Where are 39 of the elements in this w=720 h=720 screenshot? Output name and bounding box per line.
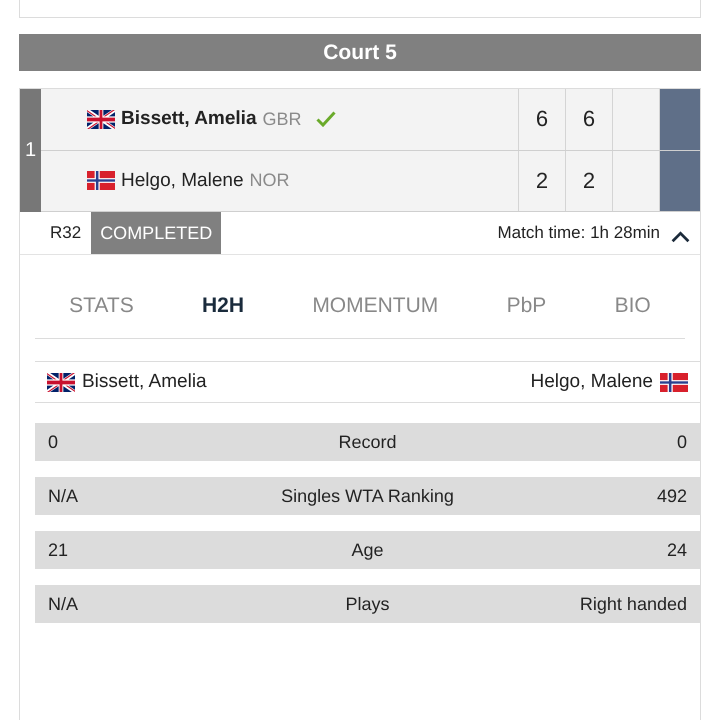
collapse-button[interactable] [671, 231, 690, 243]
tab[interactable]: MOMENTUM [312, 294, 438, 318]
round-label: R32 [49, 222, 82, 244]
union-jack-flag-icon [47, 372, 75, 392]
player-name: Bissett, Amelia [82, 371, 207, 393]
stat-value: N/A [47, 486, 78, 506]
tab[interactable]: PbP [506, 294, 546, 318]
player-name: Bissett, Amelia [121, 108, 257, 130]
union-jack-flag-icon [87, 110, 115, 129]
match-order-cell: 1 [20, 89, 41, 212]
stat-value: 24 [666, 540, 688, 560]
score-cell: 2 [565, 150, 612, 211]
stat-label: Plays [345, 594, 390, 614]
norway-flag-icon [660, 372, 688, 392]
status-badge: COMPLETED [91, 212, 222, 254]
stat-label: Age [351, 540, 384, 560]
country-code: NOR [250, 170, 290, 192]
tab[interactable]: BIO [614, 294, 651, 318]
check-icon [316, 111, 336, 128]
tab[interactable]: H2H [202, 294, 244, 318]
stat-value: 0 [676, 432, 688, 452]
stat-value: 0 [47, 432, 58, 452]
country-code: GBR [262, 108, 302, 130]
norway-flag-icon [87, 171, 115, 190]
score-cell: 6 [518, 89, 565, 150]
caret-icon [671, 231, 690, 243]
stat-label: Record [338, 432, 397, 452]
tab[interactable]: STATS [69, 294, 134, 318]
score-cell: 6 [565, 89, 612, 150]
stat-value: Right handed [580, 594, 688, 614]
court-heading: Court 5 [19, 34, 701, 71]
match-time: Match time: 1h 28min [497, 222, 660, 244]
stat-value: 492 [656, 486, 688, 506]
stat-value: 21 [47, 540, 68, 560]
player-name: Helgo, Malene [530, 371, 653, 393]
score-cell: 2 [518, 150, 565, 211]
stat-label: Singles WTA Ranking [281, 486, 454, 506]
player-name: Helgo, Malene [121, 170, 244, 192]
stat-value: N/A [47, 594, 78, 614]
